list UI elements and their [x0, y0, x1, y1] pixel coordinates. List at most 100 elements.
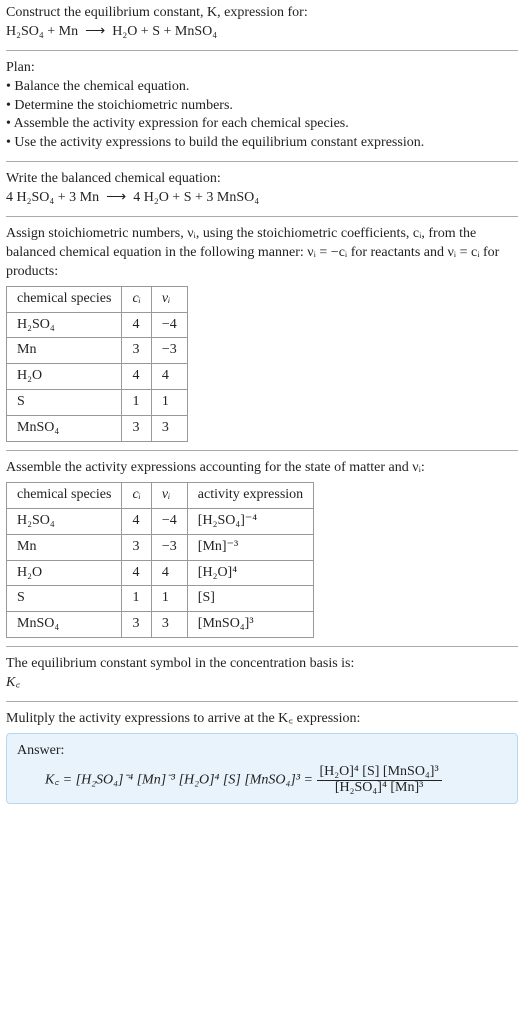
plan-item: • Use the activity expressions to build … [6, 134, 518, 153]
answer-lhs: K꜀ = [H₂SO₄]⁻⁴ [Mn]⁻³ [H₂O]⁴ [S] [MnSO₄]… [45, 772, 317, 787]
cell-v: 3 [151, 612, 187, 638]
plan-item-text: Use the activity expressions to build th… [14, 135, 424, 150]
table-row: H₂SO₄ 4 −4 [7, 312, 188, 338]
col-v: νᵢ [151, 482, 187, 508]
cell-activity: [S] [187, 586, 313, 612]
divider [6, 161, 518, 162]
eq-lhs: H₂SO₄ + Mn [6, 24, 78, 39]
answer-fraction: [H₂O]⁴ [S] [MnSO₄]³ [H₂SO₄]⁴ [Mn]³ [317, 765, 442, 795]
cell-c: 3 [122, 534, 151, 560]
plan-heading: Plan: [6, 59, 518, 78]
balanced-block: Write the balanced chemical equation: 4 … [6, 170, 518, 208]
unbalanced-equation: H₂SO₄ + Mn ⟶ H₂O + S + MnSO₄ [6, 23, 518, 42]
col-c: cᵢ [122, 286, 151, 312]
cell-v: −4 [151, 508, 187, 534]
cell-v: 3 [151, 416, 187, 442]
table-row: H₂O 4 4 [7, 364, 188, 390]
cell-c: 4 [122, 364, 151, 390]
cell-species: MnSO₄ [7, 612, 122, 638]
cell-v: −4 [151, 312, 187, 338]
balanced-lhs: 4 H₂SO₄ + 3 Mn [6, 190, 99, 205]
table-header-row: chemical species cᵢ νᵢ activity expressi… [7, 482, 314, 508]
answer-box: Answer: K꜀ = [H₂SO₄]⁻⁴ [Mn]⁻³ [H₂O]⁴ [S]… [6, 733, 518, 804]
answer-numerator: [H₂O]⁴ [S] [MnSO₄]³ [317, 765, 442, 781]
cell-activity: [Mn]⁻³ [187, 534, 313, 560]
answer-denominator: [H₂SO₄]⁴ [Mn]³ [317, 781, 442, 796]
cell-c: 1 [122, 586, 151, 612]
divider [6, 450, 518, 451]
bullet-icon: • [6, 116, 11, 131]
balanced-arrow: ⟶ [106, 190, 126, 205]
col-c: cᵢ [122, 482, 151, 508]
cell-c: 4 [122, 560, 151, 586]
plan-item-text: Determine the stoichiometric numbers. [14, 98, 233, 113]
bullet-icon: • [6, 98, 11, 113]
divider [6, 216, 518, 217]
basis-block: The equilibrium constant symbol in the c… [6, 655, 518, 693]
basis-line: The equilibrium constant symbol in the c… [6, 655, 518, 674]
divider [6, 646, 518, 647]
cell-species: S [7, 586, 122, 612]
cell-v: 4 [151, 560, 187, 586]
balanced-rhs: 4 H₂O + S + 3 MnSO₄ [133, 190, 259, 205]
bullet-icon: • [6, 79, 11, 94]
cell-v: 4 [151, 364, 187, 390]
cell-species: Mn [7, 338, 122, 364]
cell-species: S [7, 390, 122, 416]
stoich-table: chemical species cᵢ νᵢ H₂SO₄ 4 −4 Mn 3 −… [6, 286, 188, 442]
plan-item-text: Balance the chemical equation. [14, 79, 189, 94]
plan-item: • Assemble the activity expression for e… [6, 115, 518, 134]
table-row: S 1 1 [7, 390, 188, 416]
cell-species: MnSO₄ [7, 416, 122, 442]
table-row: Mn 3 −3 [7, 338, 188, 364]
col-activity: activity expression [187, 482, 313, 508]
col-v-label: νᵢ [162, 487, 170, 502]
plan-item: • Balance the chemical equation. [6, 78, 518, 97]
table-row: MnSO₄ 3 3 [7, 416, 188, 442]
multiply-intro: Mulitply the activity expressions to arr… [6, 710, 518, 729]
prompt-text: Construct the equilibrium constant, K, e… [6, 5, 308, 20]
plan-block: Plan: • Balance the chemical equation. •… [6, 59, 518, 153]
table-row: Mn 3 −3 [Mn]⁻³ [7, 534, 314, 560]
eq-rhs: H₂O + S + MnSO₄ [112, 24, 217, 39]
col-v-label: νᵢ [162, 291, 170, 306]
cell-c: 1 [122, 390, 151, 416]
stoich-intro: Assign stoichiometric numbers, νᵢ, using… [6, 225, 518, 282]
bullet-icon: • [6, 135, 11, 150]
table-header-row: chemical species cᵢ νᵢ [7, 286, 188, 312]
plan-item-text: Assemble the activity expression for eac… [14, 116, 349, 131]
cell-activity: [H₂SO₄]⁻⁴ [187, 508, 313, 534]
answer-label: Answer: [17, 742, 507, 761]
col-c-label: cᵢ [132, 291, 140, 306]
plan-item: • Determine the stoichiometric numbers. [6, 97, 518, 116]
cell-c: 4 [122, 312, 151, 338]
col-species: chemical species [7, 286, 122, 312]
cell-c: 3 [122, 416, 151, 442]
table-row: H₂O 4 4 [H₂O]⁴ [7, 560, 314, 586]
cell-c: 4 [122, 508, 151, 534]
table-row: S 1 1 [S] [7, 586, 314, 612]
divider [6, 701, 518, 702]
eq-arrow: ⟶ [85, 24, 105, 39]
prompt-line1: Construct the equilibrium constant, K, e… [6, 4, 518, 23]
activity-intro: Assemble the activity expressions accoun… [6, 459, 518, 478]
cell-activity: [MnSO₄]³ [187, 612, 313, 638]
basis-symbol: K꜀ [6, 674, 518, 693]
col-c-label: cᵢ [132, 487, 140, 502]
answer-expression: K꜀ = [H₂SO₄]⁻⁴ [Mn]⁻³ [H₂O]⁴ [S] [MnSO₄]… [17, 761, 507, 795]
col-species: chemical species [7, 482, 122, 508]
cell-species: H₂O [7, 364, 122, 390]
cell-species: Mn [7, 534, 122, 560]
prompt-block: Construct the equilibrium constant, K, e… [6, 4, 518, 42]
cell-v: −3 [151, 338, 187, 364]
balanced-equation: 4 H₂SO₄ + 3 Mn ⟶ 4 H₂O + S + 3 MnSO₄ [6, 189, 518, 208]
divider [6, 50, 518, 51]
cell-c: 3 [122, 338, 151, 364]
cell-species: H₂SO₄ [7, 508, 122, 534]
balanced-heading: Write the balanced chemical equation: [6, 170, 518, 189]
cell-v: 1 [151, 586, 187, 612]
table-row: MnSO₄ 3 3 [MnSO₄]³ [7, 612, 314, 638]
table-row: H₂SO₄ 4 −4 [H₂SO₄]⁻⁴ [7, 508, 314, 534]
cell-c: 3 [122, 612, 151, 638]
cell-activity: [H₂O]⁴ [187, 560, 313, 586]
